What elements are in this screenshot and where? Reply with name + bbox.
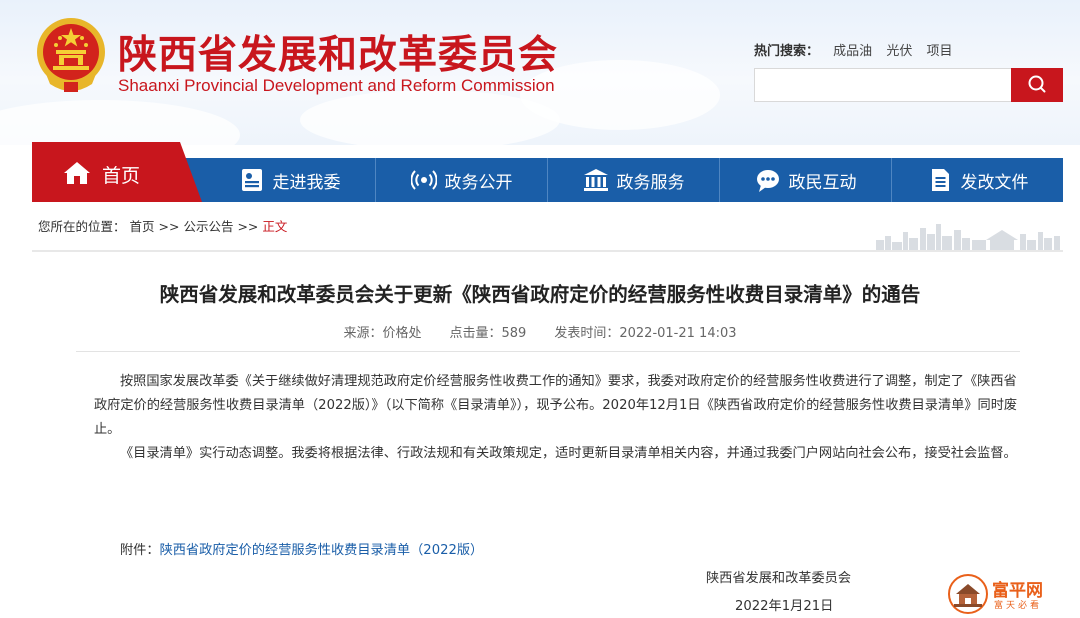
attachment: 附件：陕西省政府定价的经营服务性收费目录清单（2022版） [120, 539, 483, 558]
nav-item-label: 发改文件 [960, 172, 1029, 193]
attachment-link[interactable]: 陕西省政府定价的经营服务性收费目录清单（2022版） [160, 543, 484, 558]
chat-icon [756, 170, 779, 192]
city-skyline-decoration [876, 224, 1060, 252]
home-icon [64, 162, 90, 184]
site-title-cn: 陕西省发展和改革委员会 [118, 32, 559, 78]
publish-time-label: 发表时间： [554, 326, 620, 341]
clicks-label: 点击量： [449, 326, 502, 341]
hot-search-item[interactable]: 项目 [926, 44, 952, 59]
clicks-value: 589 [501, 326, 527, 341]
government-building-icon [583, 169, 608, 191]
article-paragraph: 《目录清单》实行动态调整。我委将根据法律、行政法规和有关政策规定，适时更新目录清… [120, 446, 1017, 461]
signature-date: 2022年1月21日 [735, 599, 834, 614]
nav-item-label: 政务服务 [616, 172, 685, 193]
attachment-label: 附件： [120, 543, 160, 558]
person-card-icon [241, 169, 262, 191]
hot-search-item[interactable]: 成品油 [833, 44, 872, 59]
breadcrumb: 您所在的位置： 首页 >> 公示公告 >> 正文 [38, 216, 287, 235]
article-paragraph: 按照国家发展改革委《关于继续做好清理规范政府定价经营服务性收费工作的通知》要求，… [94, 374, 1018, 437]
breadcrumb-underline [32, 250, 1063, 252]
nav-item-documents[interactable]: 发改文件 [892, 158, 1063, 202]
search-button[interactable] [1011, 68, 1063, 102]
hot-search-item[interactable]: 光伏 [886, 44, 912, 59]
watermark-slogan: 富天必看 [994, 601, 1043, 611]
nav-item-interaction[interactable]: 政民互动 [720, 158, 891, 202]
nav-item-gov-affairs[interactable]: 政务公开 [376, 158, 547, 202]
nav-item-label: 政民互动 [788, 172, 857, 193]
watermark: 富平网 富天必看 [948, 574, 1058, 614]
nav-home-label: 首页 [102, 165, 141, 187]
publish-time-value: 2022-01-21 14:03 [619, 326, 737, 341]
nav-item-label: 走进我委 [272, 172, 341, 193]
nav-item-gov-services[interactable]: 政务服务 [548, 158, 719, 202]
site-title-en: Shaanxi Provincial Development and Refor… [118, 76, 555, 95]
article-title: 陕西省发展和改革委员会关于更新《陕西省政府定价的经营服务性收费目录清单》的通告 [159, 283, 921, 306]
signature-organization: 陕西省发展和改革委员会 [706, 571, 852, 586]
article-body: 按照国家发展改革委《关于继续做好清理规范政府定价经营服务性收费工作的通知》要求，… [94, 370, 1022, 466]
document-icon [931, 169, 949, 191]
broadcast-icon [410, 170, 437, 190]
breadcrumb-current: 正文 [262, 219, 288, 234]
watermark-logo-icon [948, 574, 988, 614]
hot-search-label: 热门搜索： [754, 44, 820, 59]
nav-home[interactable]: 首页 [32, 142, 202, 202]
breadcrumb-separator: >> [237, 219, 259, 234]
nav-item-about[interactable]: 走进我委 [204, 158, 375, 202]
search-icon [1028, 75, 1046, 93]
nav-item-label: 政务公开 [444, 172, 513, 193]
breadcrumb-prefix: 您所在的位置： [38, 219, 126, 234]
search-input[interactable] [754, 68, 1012, 102]
meta-divider [76, 351, 1020, 352]
source-label: 来源： [343, 326, 383, 341]
national-emblem-icon [37, 18, 105, 92]
source-value: 价格处 [382, 326, 422, 341]
article-meta: 来源：价格处 点击量：589 发表时间：2022-01-21 14:03 [0, 322, 1080, 341]
hot-search: 热门搜索： 成品油 光伏 项目 [754, 40, 952, 59]
breadcrumb-link[interactable]: 首页 [130, 219, 155, 234]
breadcrumb-link[interactable]: 公示公告 [183, 219, 233, 234]
breadcrumb-separator: >> [158, 219, 180, 234]
